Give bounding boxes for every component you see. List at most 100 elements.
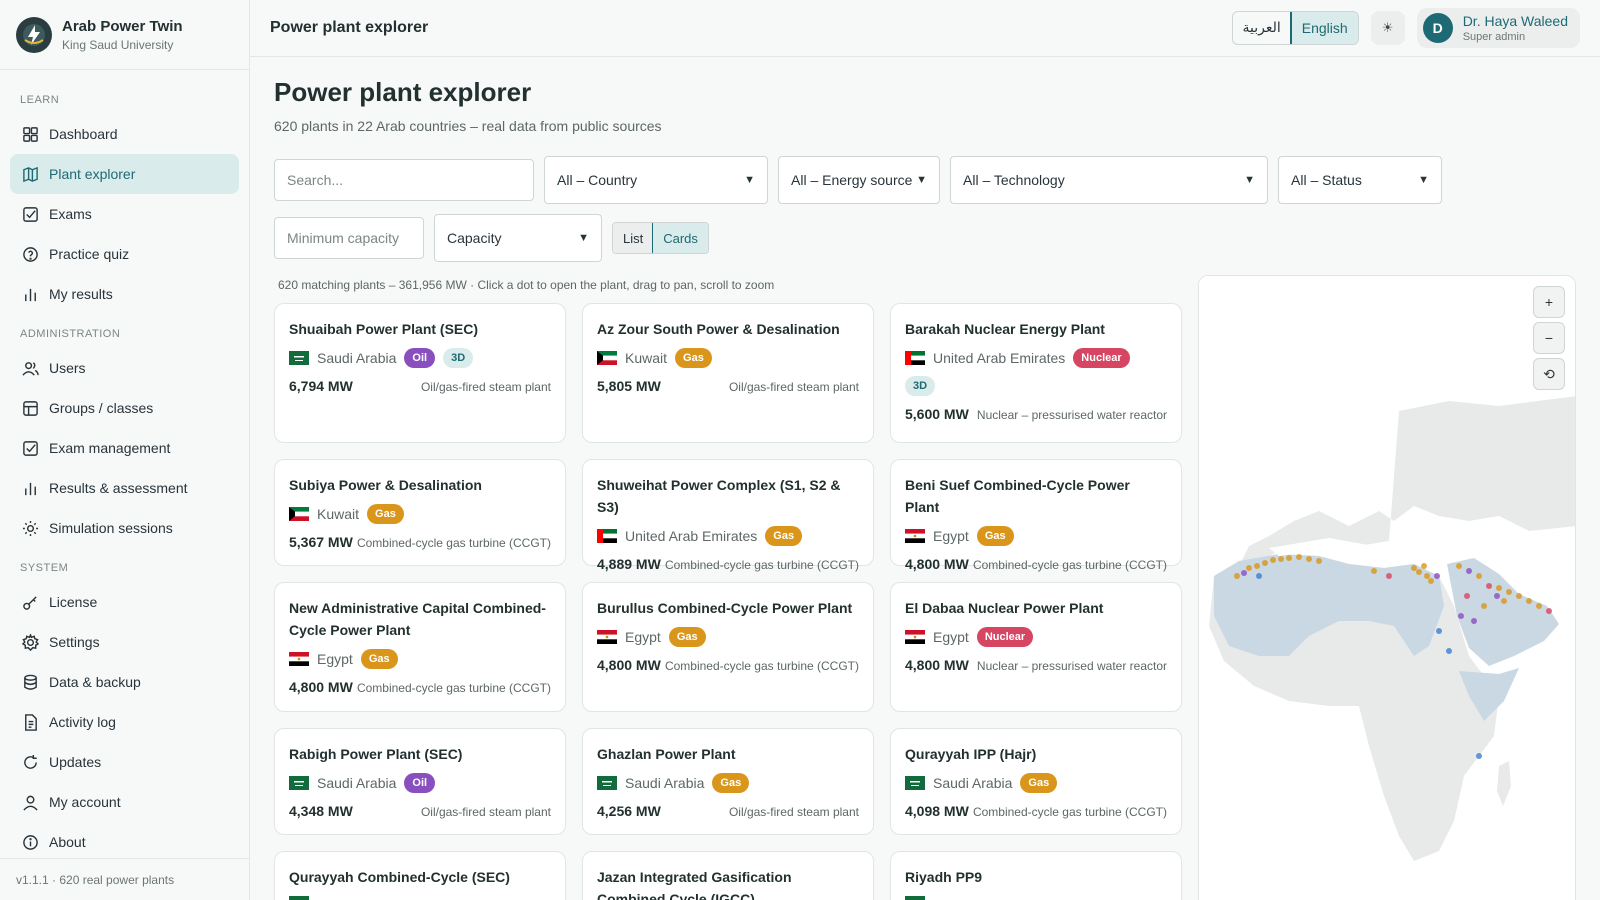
zoom-in-button[interactable]: + [1533, 286, 1565, 318]
plant-marker[interactable] [1458, 613, 1464, 619]
plant-technology: Combined-cycle gas turbine (CCGT) [664, 659, 859, 673]
plant-marker[interactable] [1428, 578, 1434, 584]
plant-marker[interactable] [1466, 568, 1472, 574]
plant-country: Kuwait [625, 350, 668, 366]
plant-country: Saudi Arabia [317, 350, 397, 366]
sidebar-item-license[interactable]: License [10, 582, 239, 622]
sidebar-item-my-results[interactable]: My results [10, 274, 239, 314]
plant-marker[interactable] [1262, 560, 1268, 566]
plant-card[interactable]: El Dabaa Nuclear Power Plant Egypt Nuclear… [890, 582, 1182, 712]
plant-marker[interactable] [1486, 583, 1492, 589]
sort-select[interactable]: Capacity ▼ [434, 214, 602, 262]
plant-marker[interactable] [1501, 598, 1507, 604]
plant-marker[interactable] [1471, 618, 1477, 624]
user-menu[interactable]: D Dr. Haya Waleed Super admin [1416, 8, 1580, 48]
plant-marker[interactable] [1456, 563, 1462, 569]
3d-model-badge[interactable]: 3D [905, 376, 936, 396]
plant-marker[interactable] [1306, 556, 1312, 562]
plant-card[interactable]: Az Zour South Power & Desalination Kuwait… [582, 303, 874, 443]
plant-card[interactable]: Rabigh Power Plant (SEC) Saudi Arabia Oil 4… [274, 728, 566, 835]
plant-marker[interactable] [1464, 593, 1470, 599]
plant-marker[interactable] [1494, 593, 1500, 599]
sidebar-item-practice-quiz[interactable]: Practice quiz [10, 234, 239, 274]
plant-marker[interactable] [1371, 568, 1377, 574]
reset-view-button[interactable]: ⟲ [1533, 358, 1565, 390]
plant-marker[interactable] [1246, 565, 1252, 571]
plant-marker[interactable] [1416, 569, 1422, 575]
plant-name: Jazan Integrated Gasification Combined C… [597, 869, 792, 900]
sidebar-item-groups-classes[interactable]: Groups / classes [10, 388, 239, 428]
sidebar-item-simulation-sessions[interactable]: Simulation sessions [10, 508, 239, 548]
plant-marker[interactable] [1241, 570, 1247, 576]
plant-marker[interactable] [1421, 563, 1427, 569]
plant-country: Saudi Arabia [933, 775, 1013, 791]
plant-marker[interactable] [1481, 603, 1487, 609]
plant-marker[interactable] [1234, 573, 1240, 579]
sidebar-item-updates[interactable]: Updates [10, 742, 239, 782]
plant-marker[interactable] [1506, 589, 1512, 595]
plant-map[interactable]: + − ⟲ [1198, 275, 1576, 900]
plant-card[interactable]: Riyadh PP9 [890, 851, 1182, 900]
3d-model-badge[interactable]: 3D [443, 348, 474, 368]
plant-marker[interactable] [1536, 603, 1542, 609]
sidebar-item-settings[interactable]: Settings [10, 622, 239, 662]
plant-card[interactable]: Shuweihat Power Complex (S1, S2 & S3) Uni… [582, 459, 874, 572]
plant-card[interactable]: Shuaibah Power Plant (SEC) Saudi Arabia Oi… [274, 303, 566, 443]
energy-source-select[interactable]: All – Energy source ▼ [778, 156, 940, 204]
search-input[interactable]: Search... [274, 159, 534, 201]
sidebar-item-exam-management[interactable]: Exam management [10, 428, 239, 468]
country-select[interactable]: All – Country ▼ [544, 156, 768, 204]
plant-marker[interactable] [1278, 556, 1284, 562]
plant-name: Az Zour South Power & Desalination [597, 321, 840, 337]
sidebar-item-data-backup[interactable]: Data & backup [10, 662, 239, 702]
plant-marker[interactable] [1526, 598, 1532, 604]
plant-card[interactable]: Jazan Integrated Gasification Combined C… [582, 851, 874, 900]
plant-marker[interactable] [1476, 753, 1482, 759]
plant-marker[interactable] [1496, 585, 1502, 591]
sidebar-item-plant-explorer[interactable]: Plant explorer [10, 154, 239, 194]
theme-toggle-icon[interactable]: ☀ [1370, 11, 1405, 45]
map-canvas[interactable] [1199, 276, 1576, 900]
plant-marker[interactable] [1254, 563, 1260, 569]
plant-card[interactable]: Subiya Power & Desalination Kuwait Gas 5,36… [274, 459, 566, 566]
plant-card[interactable]: New Administrative Capital Combined-Cycl… [274, 582, 566, 712]
plant-marker[interactable] [1446, 648, 1452, 654]
sidebar-item-users[interactable]: Users [10, 348, 239, 388]
plant-marker[interactable] [1516, 593, 1522, 599]
plant-card[interactable]: Burullus Combined-Cycle Power Plant Egypt… [582, 582, 874, 712]
plant-marker[interactable] [1476, 573, 1482, 579]
plant-marker[interactable] [1316, 558, 1322, 564]
zoom-out-button[interactable]: − [1533, 322, 1565, 354]
sidebar-item-label: Exams [49, 206, 92, 222]
lang-arabic-button[interactable]: العربية [1233, 12, 1291, 44]
plant-marker[interactable] [1386, 573, 1392, 579]
plant-marker[interactable] [1256, 573, 1262, 579]
plant-marker[interactable] [1434, 573, 1440, 579]
list-view-button[interactable]: List [613, 223, 654, 253]
technology-select[interactable]: All – Technology ▼ [950, 156, 1268, 204]
sidebar-item-dashboard[interactable]: Dashboard [10, 114, 239, 154]
energy-source-badge: Gas [668, 627, 706, 647]
plant-marker[interactable] [1546, 608, 1552, 614]
plant-marker[interactable] [1424, 573, 1430, 579]
sidebar-item-exams[interactable]: Exams [10, 194, 239, 234]
plant-card[interactable]: Ghazlan Power Plant Saudi Arabia Gas 4,256 … [582, 728, 874, 835]
plant-card[interactable]: Qurayyah IPP (Hajr) Saudi Arabia Gas 4,098 … [890, 728, 1182, 835]
plant-marker[interactable] [1411, 565, 1417, 571]
plant-marker[interactable] [1286, 555, 1292, 561]
plant-marker[interactable] [1296, 554, 1302, 560]
cards-view-button[interactable]: Cards [652, 223, 708, 253]
sidebar-item-my-account[interactable]: My account [10, 782, 239, 822]
min-capacity-input[interactable]: Minimum capacity [274, 217, 424, 259]
plant-marker[interactable] [1436, 628, 1442, 634]
plant-marker[interactable] [1270, 557, 1276, 563]
plant-card[interactable]: Qurayyah Combined-Cycle (SEC) [274, 851, 566, 900]
lang-english-button[interactable]: English [1289, 12, 1358, 44]
plant-card[interactable]: Barakah Nuclear Energy Plant United Arab … [890, 303, 1182, 443]
sidebar-item-label: Updates [49, 754, 102, 770]
sidebar-item-results-assessment[interactable]: Results & assessment [10, 468, 239, 508]
sidebar-item-about[interactable]: About [10, 822, 239, 862]
plant-card[interactable]: Beni Suef Combined-Cycle Power Plant Egyp… [890, 459, 1182, 572]
sidebar-item-activity-log[interactable]: Activity log [10, 702, 239, 742]
status-select[interactable]: All – Status ▼ [1278, 156, 1442, 204]
